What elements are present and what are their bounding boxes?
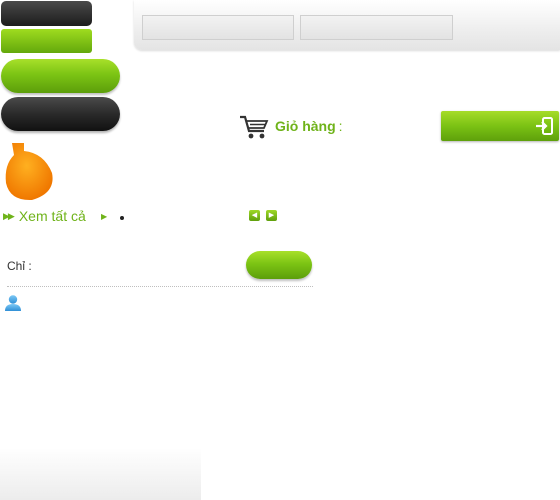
login-button[interactable] xyxy=(441,111,559,141)
bottom-panel xyxy=(0,448,201,500)
user-icon[interactable] xyxy=(4,294,22,312)
login-icon xyxy=(536,117,553,135)
search-field-2[interactable] xyxy=(300,15,453,40)
dotted-divider xyxy=(7,286,313,287)
see-all-label: Xem tất cả xyxy=(18,208,86,224)
arrow-left-icon[interactable]: ◀ xyxy=(249,210,260,221)
cart-colon: : xyxy=(338,118,343,134)
cart-text: Giỏ hàng xyxy=(275,118,336,134)
double-chevron-right-icon: ▶▶ xyxy=(3,210,15,221)
dark-button-large[interactable] xyxy=(1,97,120,131)
bullet-dot xyxy=(120,216,124,220)
dark-button-small[interactable] xyxy=(1,1,92,26)
orange-badge-icon xyxy=(5,143,53,201)
search-field-1[interactable] xyxy=(142,15,294,40)
triangle-right-icon: ▶ xyxy=(101,212,108,221)
arrow-right-icon[interactable]: ▶ xyxy=(266,210,277,221)
shopping-cart-icon[interactable] xyxy=(239,114,269,140)
filter-button[interactable] xyxy=(246,251,312,279)
filter-label: Chỉ : xyxy=(7,259,32,273)
green-button-small[interactable] xyxy=(1,29,92,53)
see-all-link[interactable]: ▶▶ Xem tất cả xyxy=(3,208,86,224)
green-button-large[interactable] xyxy=(1,59,120,93)
cart-label[interactable]: Giỏ hàng: xyxy=(275,118,343,134)
